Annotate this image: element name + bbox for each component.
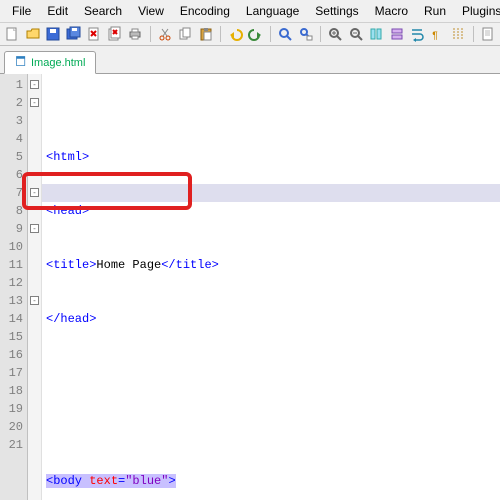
line-number: 10 [0,238,23,256]
tab-image-html[interactable]: Image.html [4,51,96,74]
line-number-gutter: 123456789101112131415161718192021 [0,74,28,500]
tab-bar: Image.html [0,46,500,74]
line-number: 7 [0,184,23,202]
line-number: 11 [0,256,23,274]
close-icon[interactable] [86,25,103,43]
line-number: 12 [0,274,23,292]
line-number: 3 [0,112,23,130]
code-token: <body [46,474,82,488]
menu-view[interactable]: View [130,2,172,20]
line-number: 18 [0,382,23,400]
open-file-icon[interactable] [25,25,42,43]
close-all-icon[interactable] [107,25,124,43]
menu-search[interactable]: Search [76,2,130,20]
save-all-icon[interactable] [66,25,83,43]
replace-icon[interactable] [297,25,314,43]
line-number: 5 [0,148,23,166]
print-icon[interactable] [127,25,144,43]
code-token: text [82,474,118,488]
fold-toggle-icon[interactable]: - [30,296,39,305]
menu-edit[interactable]: Edit [39,2,76,20]
code-area[interactable]: <html> <head> <title>Home Page</title> <… [42,74,500,500]
wordwrap-icon[interactable] [409,25,426,43]
undo-icon[interactable] [227,25,244,43]
find-icon[interactable] [277,25,294,43]
fold-toggle-icon[interactable]: - [30,188,39,197]
file-icon [15,55,27,70]
line-number: 20 [0,418,23,436]
code-token: <head> [46,204,89,218]
doc-icon[interactable] [479,25,496,43]
menu-run[interactable]: Run [416,2,454,20]
menu-file[interactable]: File [4,2,39,20]
fold-toggle-icon[interactable]: - [30,80,39,89]
code-token: Home Page [96,258,161,272]
toolbar-separator [270,26,271,42]
new-file-icon[interactable] [4,25,21,43]
app-window: File Edit Search View Encoding Language … [0,0,500,500]
toolbar: ¶ [0,23,500,46]
toolbar-separator [220,26,221,42]
line-number: 14 [0,310,23,328]
indent-guide-icon[interactable] [450,25,467,43]
line-number: 21 [0,436,23,454]
editor-area[interactable]: 123456789101112131415161718192021 ----- … [0,74,500,500]
code-token: "blue" [125,474,168,488]
code-token: > [168,474,175,488]
toolbar-separator [150,26,151,42]
menu-language[interactable]: Language [238,2,307,20]
menu-settings[interactable]: Settings [307,2,366,20]
line-number: 17 [0,364,23,382]
line-number: 2 [0,94,23,112]
line-number: 16 [0,346,23,364]
menu-bar: File Edit Search View Encoding Language … [0,0,500,23]
zoom-in-icon[interactable] [327,25,344,43]
fold-toggle-icon[interactable]: - [30,224,39,233]
code-token: </head> [46,312,96,326]
sync-v-icon[interactable] [368,25,385,43]
showall-icon[interactable]: ¶ [429,25,446,43]
sync-h-icon[interactable] [388,25,405,43]
fold-column: - - - - - [28,74,42,500]
line-number: 13 [0,292,23,310]
copy-icon[interactable] [177,25,194,43]
menu-plugins[interactable]: Plugins [454,2,500,20]
line-number: 15 [0,328,23,346]
line-number: 9 [0,220,23,238]
menu-macro[interactable]: Macro [367,2,416,20]
current-line-highlight [42,184,500,202]
zoom-out-icon[interactable] [347,25,364,43]
toolbar-separator [473,26,474,42]
paste-icon[interactable] [198,25,215,43]
code-token: <title> [46,258,96,272]
tab-label: Image.html [31,57,85,69]
fold-toggle-icon[interactable]: - [30,98,39,107]
redo-icon[interactable] [248,25,265,43]
line-number: 4 [0,130,23,148]
code-token: <html> [46,150,89,164]
toolbar-separator [320,26,321,42]
save-icon[interactable] [45,25,62,43]
code-token: </title> [161,258,219,272]
cut-icon[interactable] [157,25,174,43]
line-number: 6 [0,166,23,184]
svg-text:¶: ¶ [432,31,438,42]
line-number: 19 [0,400,23,418]
menu-encoding[interactable]: Encoding [172,2,238,20]
line-number: 1 [0,76,23,94]
line-number: 8 [0,202,23,220]
